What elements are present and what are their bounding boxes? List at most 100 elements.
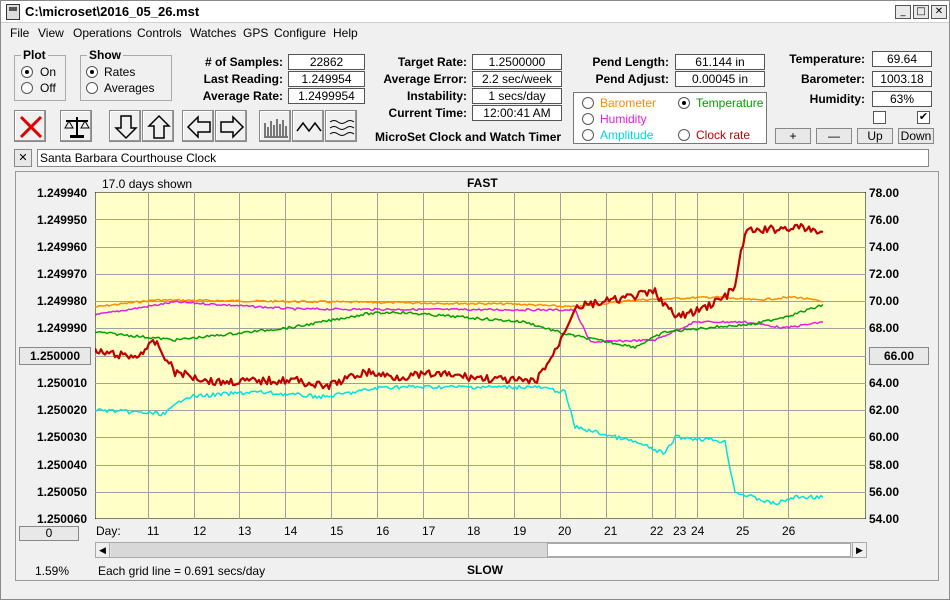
multi-wave-icon [329, 120, 355, 136]
day-label: 15 [330, 524, 344, 538]
right-tick: 62.00 [869, 403, 900, 417]
current-time-value: 12:00:41 AM [472, 105, 562, 121]
show-averages-label: Averages [104, 81, 155, 95]
right-arrow-button[interactable] [215, 110, 247, 142]
left-arrow-button[interactable] [182, 110, 214, 142]
amplitude-radio[interactable] [582, 129, 594, 141]
day-label: 23 [673, 524, 687, 538]
right-tick: 74.00 [869, 240, 900, 254]
wave-button[interactable] [292, 110, 324, 142]
plot-background [95, 192, 866, 519]
horizontal-scrollbar[interactable]: ◀ ▶ [95, 542, 867, 558]
right-tick: 78.00 [869, 186, 900, 200]
minimize-button[interactable]: _ [895, 5, 911, 19]
day-label: 20 [558, 524, 572, 538]
right-tick: 76.00 [869, 213, 900, 227]
menu-controls[interactable]: Controls [137, 26, 182, 40]
menu-operations[interactable]: Operations [73, 26, 132, 40]
day-label: 24 [691, 524, 705, 538]
show-rates-radio[interactable] [86, 66, 98, 78]
average-error-value: 2.2 sec/week [472, 71, 562, 87]
humidity-reading-value: 63% [872, 91, 932, 107]
show-group-title: Show [87, 48, 123, 62]
day-label: 18 [467, 524, 481, 538]
day-prefix: Day: [96, 524, 121, 538]
histogram-button[interactable] [259, 110, 291, 142]
up-arrow-button[interactable] [142, 110, 174, 142]
left-tick: 1.249960 [36, 240, 87, 254]
samples-label: # of Samples: [204, 55, 283, 69]
scroll-track-left[interactable] [111, 543, 547, 557]
menu-file[interactable]: File [10, 26, 29, 40]
show-averages-radio[interactable] [86, 82, 98, 94]
maximize-button[interactable]: □ [913, 5, 929, 19]
left-tick: 1.250060 [36, 512, 87, 526]
right-checkbox[interactable]: ✔ [917, 111, 930, 124]
right-tick: 68.00 [869, 321, 900, 335]
barometer-label: Barometer [600, 96, 657, 110]
arrow-left-icon [186, 115, 211, 139]
scroll-thumb[interactable] [547, 543, 851, 557]
day-label: 17 [422, 524, 436, 538]
right-tick: 54.00 [869, 512, 900, 526]
menu-configure[interactable]: Configure [274, 26, 326, 40]
close-window-button[interactable]: ✕ [931, 5, 947, 19]
day-label: 21 [604, 524, 618, 538]
up-button[interactable]: Up [857, 128, 893, 144]
right-tick: 58.00 [869, 458, 900, 472]
down-button[interactable]: Down [898, 128, 934, 144]
minus-button[interactable]: — [816, 128, 852, 144]
clear-name-button[interactable]: ✕ [14, 149, 32, 167]
left-center-value-box[interactable]: 1.250000 [19, 347, 91, 365]
plot-on-radio[interactable] [21, 66, 33, 78]
last-reading-value: 1.249954 [288, 71, 365, 87]
temperature-radio[interactable] [678, 97, 690, 109]
left-tick: 1.249990 [36, 321, 87, 335]
instability-value: 1 secs/day [472, 88, 562, 104]
menu-watches[interactable]: Watches [190, 26, 236, 40]
scroll-left-icon[interactable]: ◀ [96, 543, 110, 557]
day-label: 25 [736, 524, 750, 538]
left-tick: 1.249980 [36, 294, 87, 308]
left-checkbox[interactable] [873, 111, 886, 124]
day-label: 19 [513, 524, 527, 538]
pend-adjust-value: 0.00045 in [675, 71, 765, 87]
plot-off-label: Off [40, 81, 56, 95]
app-caption: MicroSet Clock and Watch Timer [375, 130, 562, 144]
clock-rate-radio[interactable] [678, 129, 690, 141]
slow-label: SLOW [467, 563, 503, 577]
down-arrow-button[interactable] [109, 110, 141, 142]
day-label: 13 [238, 524, 252, 538]
red-x-icon [19, 115, 43, 139]
clock-name-field[interactable]: Santa Barbara Courthouse Clock [37, 149, 929, 167]
barometer-radio[interactable] [582, 97, 594, 109]
right-center-value-box[interactable]: 66.00 [869, 347, 929, 365]
multi-wave-button[interactable] [325, 110, 357, 142]
left-tick: 1.249950 [36, 213, 87, 227]
average-rate-label: Average Rate: [202, 89, 283, 103]
left-bottom-box[interactable]: 0 [19, 526, 79, 541]
menu-gps[interactable]: GPS [243, 26, 268, 40]
app-icon [6, 4, 20, 20]
day-label: 11 [147, 524, 160, 538]
left-tick: 1.250020 [36, 403, 87, 417]
calibrate-button[interactable] [60, 110, 92, 142]
stop-button[interactable] [14, 110, 46, 142]
day-label: 12 [193, 524, 207, 538]
plot-off-radio[interactable] [21, 82, 33, 94]
main-window: C:\microset\2016_05_26.mst _ □ ✕ File Vi… [0, 0, 950, 600]
pend-length-label: Pend Length: [592, 55, 669, 69]
wave-icon [296, 121, 322, 133]
day-label: 26 [782, 524, 796, 538]
plot-area [95, 192, 866, 519]
humidity-radio[interactable] [582, 113, 594, 125]
plus-button[interactable]: + [775, 128, 811, 144]
show-rates-label: Rates [104, 65, 136, 79]
menu-view[interactable]: View [38, 26, 64, 40]
humidity-reading-label: Humidity: [809, 92, 865, 106]
scroll-right-icon[interactable]: ▶ [852, 543, 866, 557]
days-shown-label: 17.0 days shown [102, 177, 193, 191]
menu-help[interactable]: Help [333, 26, 358, 40]
target-rate-value: 1.2500000 [472, 54, 562, 70]
window-title: C:\microset\2016_05_26.mst [25, 4, 200, 19]
